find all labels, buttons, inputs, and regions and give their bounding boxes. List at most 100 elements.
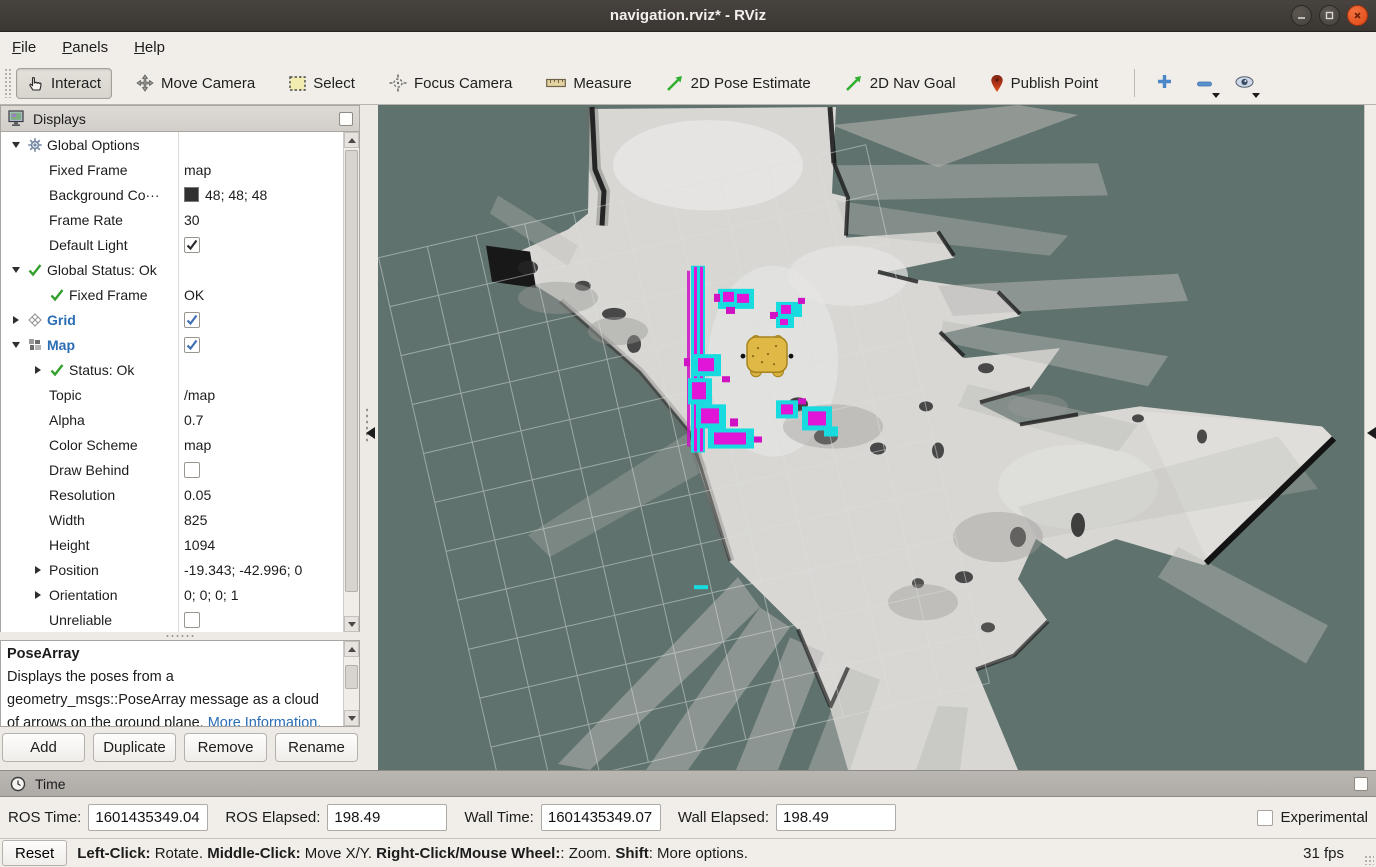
display-row-default-light[interactable]: Default Light (1, 232, 343, 257)
remove-button[interactable]: Remove (184, 733, 267, 762)
eye-tool-button[interactable] (1227, 67, 1261, 99)
minus-tool-button[interactable] (1187, 67, 1221, 99)
display-row-fixed-frame[interactable]: Fixed Framemap (1, 157, 343, 182)
displays-tree-scrollbar[interactable] (343, 132, 359, 632)
property-value[interactable]: 30 (184, 212, 200, 228)
more-information-link[interactable]: More Information. (208, 715, 322, 727)
check-icon (25, 262, 45, 278)
display-row-position[interactable]: Position -19.343; -42.996; 0 (1, 557, 343, 582)
tool-focus-camera[interactable]: Focus Camera (379, 68, 522, 98)
scroll-up-button[interactable] (344, 641, 359, 657)
display-row-topic[interactable]: Topic/map (1, 382, 343, 407)
display-row-fixed-frame[interactable]: Fixed FrameOK (1, 282, 343, 307)
maximize-button[interactable] (1319, 5, 1340, 26)
property-value[interactable]: 0; 0; 0; 1 (184, 587, 238, 603)
add-button[interactable]: Add (2, 733, 85, 762)
map-view[interactable] (378, 105, 1364, 770)
display-row-alpha[interactable]: Alpha0.7 (1, 407, 343, 432)
scroll-down-button[interactable] (344, 710, 359, 726)
display-row-draw-behind[interactable]: Draw Behind (1, 457, 343, 482)
display-row-unreliable[interactable]: Unreliable (1, 607, 343, 632)
display-row-orientation[interactable]: Orientation0; 0; 0; 1 (1, 582, 343, 607)
property-checkbox[interactable] (184, 612, 200, 628)
displays-float-button[interactable] (339, 112, 353, 126)
wall-elapsed-input[interactable] (776, 804, 896, 831)
experimental-checkbox[interactable] (1257, 810, 1273, 826)
property-checkbox[interactable] (184, 312, 200, 328)
close-button[interactable] (1347, 5, 1368, 26)
expander-down-icon[interactable] (12, 342, 20, 348)
left-panel-splitter[interactable] (360, 105, 378, 770)
scrollbar-thumb[interactable] (345, 150, 358, 592)
display-row-resolution[interactable]: Resolution0.05 (1, 482, 343, 507)
tool-label: Select (313, 75, 355, 92)
display-row-status-ok[interactable]: Status: Ok (1, 357, 343, 382)
resize-grip[interactable] (1364, 855, 1374, 865)
expander-right-icon[interactable] (35, 591, 41, 599)
display-row-grid[interactable]: Grid (1, 307, 343, 332)
time-panel-header[interactable]: Time (0, 770, 1376, 797)
tree-description-splitter[interactable] (0, 632, 360, 640)
property-value[interactable]: /map (184, 387, 215, 403)
time-float-button[interactable] (1354, 777, 1368, 791)
reset-button[interactable]: Reset (2, 840, 67, 866)
tool-select[interactable]: Select (279, 69, 365, 98)
expander-down-icon[interactable] (12, 142, 20, 148)
property-value[interactable]: 0.7 (184, 412, 203, 428)
property-value[interactable]: 1094 (184, 537, 215, 553)
expander-down-icon[interactable] (12, 267, 20, 273)
3d-viewport[interactable] (378, 105, 1364, 770)
scrollbar-thumb[interactable] (345, 665, 358, 689)
display-row-height[interactable]: Height1094 (1, 532, 343, 557)
tool-publish-point[interactable]: Publish Point (980, 68, 1109, 99)
property-label: Position (47, 562, 99, 578)
display-row-width[interactable]: Width825 (1, 507, 343, 532)
duplicate-button[interactable]: Duplicate (93, 733, 176, 762)
color-swatch[interactable] (184, 187, 199, 202)
property-value[interactable]: 0.05 (184, 487, 211, 503)
toolbar-drag-handle[interactable] (4, 68, 12, 98)
property-value[interactable]: OK (184, 287, 204, 303)
expander-right-icon[interactable] (35, 366, 41, 374)
property-value[interactable]: 825 (184, 512, 207, 528)
display-row-global-options[interactable]: Global Options (1, 132, 343, 157)
scroll-down-button[interactable] (344, 616, 359, 632)
tool-measure[interactable]: Measure (536, 69, 641, 98)
rename-button[interactable]: Rename (275, 733, 358, 762)
tool-move-camera[interactable]: Move Camera (126, 68, 265, 98)
property-value[interactable]: map (184, 162, 211, 178)
expander-right-icon[interactable] (13, 316, 19, 324)
close-icon (1352, 10, 1363, 21)
display-row-frame-rate[interactable]: Frame Rate30 (1, 207, 343, 232)
displays-panel-header[interactable]: Displays (0, 105, 360, 132)
collapse-left-arrow-icon[interactable] (366, 427, 375, 439)
property-value[interactable]: 48; 48; 48 (205, 187, 267, 203)
collapse-right-arrow-icon[interactable] (1367, 427, 1376, 439)
right-panel-splitter[interactable] (1364, 105, 1376, 770)
property-checkbox[interactable] (184, 462, 200, 478)
display-row-background-co[interactable]: Background Co···48; 48; 48 (1, 182, 343, 207)
description-scrollbar[interactable] (343, 641, 359, 726)
dropdown-caret-icon[interactable] (1212, 93, 1220, 98)
plus-tool-button[interactable] (1147, 67, 1181, 99)
scroll-up-button[interactable] (344, 132, 359, 148)
property-value[interactable]: -19.343; -42.996; 0 (184, 562, 302, 578)
ros-elapsed-input[interactable] (327, 804, 447, 831)
property-checkbox[interactable] (184, 237, 200, 253)
expander-right-icon[interactable] (35, 566, 41, 574)
wall-time-input[interactable] (541, 804, 661, 831)
tool-2d-nav-goal[interactable]: 2D Nav Goal (835, 68, 966, 98)
display-row-color-scheme[interactable]: Color Schememap (1, 432, 343, 457)
dropdown-caret-icon[interactable] (1252, 93, 1260, 98)
minimize-button[interactable] (1291, 5, 1312, 26)
property-value[interactable]: map (184, 437, 211, 453)
display-row-map[interactable]: Map (1, 332, 343, 357)
ros-time-input[interactable] (88, 804, 208, 831)
tool-2d-pose-estimate[interactable]: 2D Pose Estimate (656, 68, 821, 98)
property-checkbox[interactable] (184, 337, 200, 353)
menu-panels[interactable]: Panels (62, 39, 108, 56)
display-row-global-status-ok[interactable]: Global Status: Ok (1, 257, 343, 282)
tool-interact[interactable]: Interact (16, 68, 112, 99)
menu-help[interactable]: Help (134, 39, 165, 56)
menu-file[interactable]: File (12, 39, 36, 56)
